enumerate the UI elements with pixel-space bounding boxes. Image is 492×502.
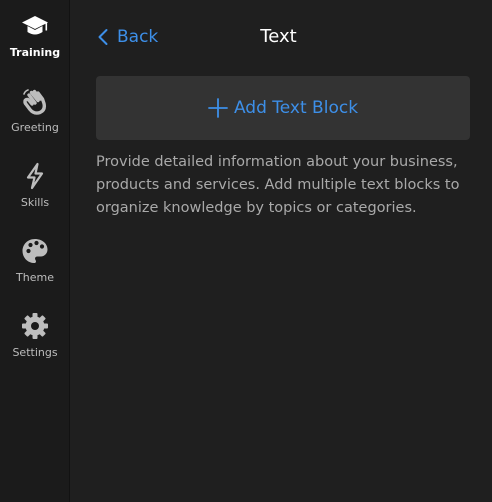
app-window: Training Greeting Skills Theme Settings … (0, 0, 492, 502)
sidebar-item-greeting[interactable]: Greeting (0, 75, 70, 150)
sidebar-item-label: Theme (16, 271, 54, 284)
graduation-cap-icon (22, 16, 48, 35)
sidebar-item-skills[interactable]: Skills (0, 150, 70, 225)
main-panel: Back Text Add Text Block Provide detaile… (70, 0, 492, 502)
description-text: Provide detailed information about your … (96, 154, 460, 216)
gear-icon (22, 313, 48, 339)
sidebar-item-label: Greeting (11, 121, 59, 134)
sidebar-item-training[interactable]: Training (0, 0, 70, 75)
header: Back Text (70, 0, 492, 76)
lightning-bolt-icon (26, 162, 44, 190)
palette-icon (22, 239, 48, 263)
sidebar-item-label: Skills (20, 196, 50, 209)
sidebar-item-theme[interactable]: Theme (0, 225, 70, 300)
sidebar: Training Greeting Skills Theme Settings (0, 0, 70, 502)
add-text-block-button[interactable]: Add Text Block (96, 76, 470, 140)
page-title: Text (260, 26, 297, 47)
plus-icon (208, 98, 228, 118)
add-text-block-label: Add Text Block (233, 98, 359, 118)
sidebar-item-label: Training (9, 46, 61, 59)
sidebar-item-label: Settings (12, 346, 58, 359)
waving-hand-icon (23, 89, 47, 115)
sidebar-item-settings[interactable]: Settings (0, 300, 70, 375)
